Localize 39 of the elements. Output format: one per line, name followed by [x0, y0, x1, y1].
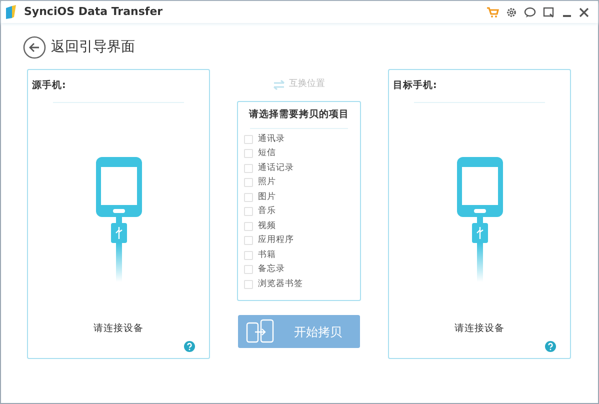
checkbox-label[interactable]: 应用程序 [258, 234, 294, 247]
checkbox-label[interactable]: 通讯录 [258, 132, 285, 146]
checkbox-label[interactable]: 视频 [258, 220, 276, 232]
connection-status: 请连接设备 [454, 322, 504, 336]
connection-status: 请连接设备 [94, 322, 144, 336]
checkbox-label[interactable]: 音乐 [258, 205, 276, 218]
settings-icon[interactable] [506, 6, 517, 18]
checkbox[interactable] [244, 134, 253, 144]
app-logo-icon [4, 4, 18, 20]
checkbox-label[interactable]: 照片 [258, 176, 276, 189]
checkbox[interactable] [244, 280, 253, 288]
checkbox[interactable] [244, 178, 253, 187]
swap-arrows-icon[interactable] [273, 80, 285, 90]
close-icon[interactable] [579, 6, 589, 18]
panel-title: 源手机: [32, 79, 67, 93]
checkbox[interactable] [244, 265, 253, 274]
checkbox[interactable] [244, 192, 253, 202]
checkbox-label[interactable]: 短信 [258, 147, 276, 160]
checkbox-label[interactable]: 书籍 [258, 248, 276, 262]
checkbox[interactable] [244, 250, 253, 260]
feedback-icon[interactable] [543, 6, 555, 18]
checkbox[interactable] [244, 207, 253, 216]
back-link[interactable]: 返回引导界面 [51, 36, 135, 58]
chat-bubble-icon[interactable] [524, 6, 536, 18]
help-icon[interactable] [545, 341, 556, 352]
panel-title: 目标手机: [393, 79, 438, 93]
checkbox[interactable] [244, 236, 253, 245]
phone-transfer-icon [246, 318, 274, 344]
checkbox-label[interactable]: 图片 [258, 190, 276, 204]
items-panel-title: 请选择需要拷贝的项目 [248, 108, 350, 122]
checkbox[interactable] [244, 164, 253, 172]
checkbox[interactable] [244, 222, 253, 230]
window-title: SynciOS Data Transfer [24, 4, 163, 20]
help-icon[interactable] [184, 341, 195, 352]
checkbox-label[interactable]: 浏览器书签 [258, 278, 303, 290]
cart-icon[interactable] [487, 6, 499, 18]
checkbox-label[interactable]: 通话记录 [258, 162, 294, 174]
checkbox[interactable] [244, 149, 253, 158]
checkbox-label[interactable]: 备忘录 [258, 263, 285, 276]
